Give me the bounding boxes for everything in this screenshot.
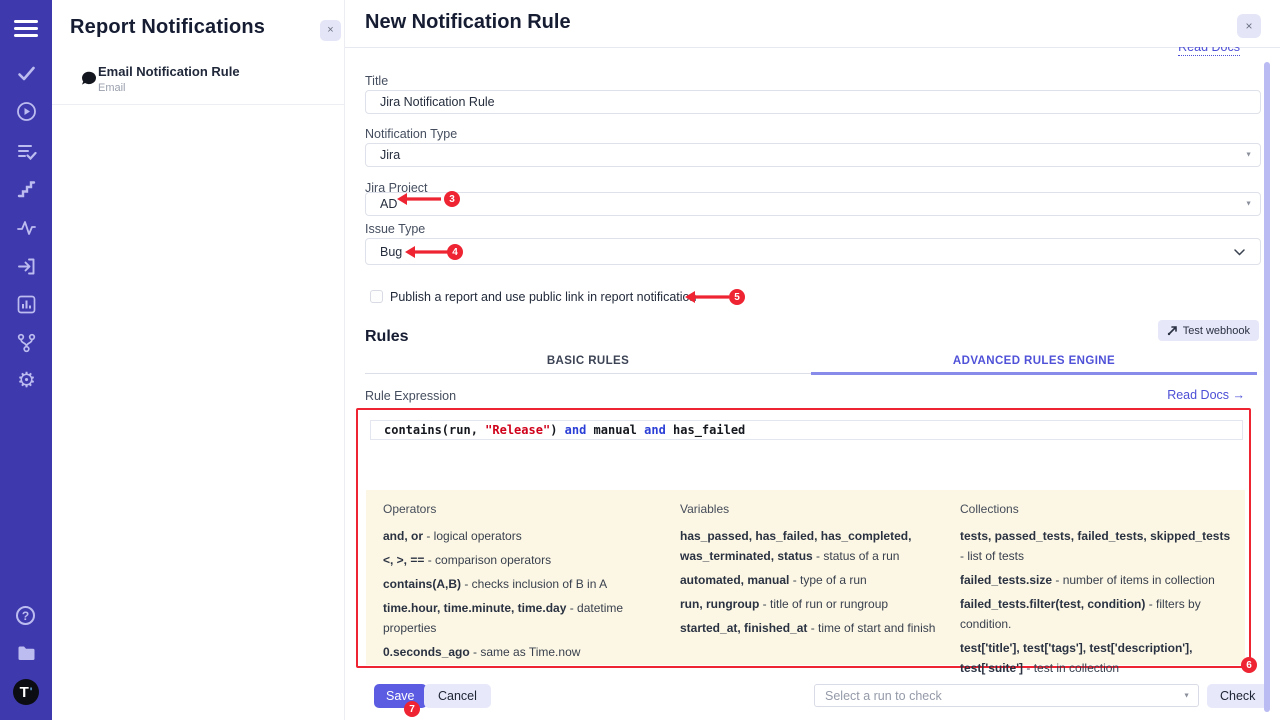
vertical-scrollbar-thumb[interactable]: [1264, 62, 1270, 712]
notification-type-select[interactable]: Jira ▼: [365, 143, 1261, 167]
help-column: Operatorsand, or - logical operators<, >…: [383, 502, 680, 706]
expression-help-panel: Operatorsand, or - logical operators<, >…: [366, 490, 1245, 665]
top-read-docs-clipped: Read Docs: [1178, 47, 1240, 58]
test-webhook-label: Test webhook: [1183, 325, 1250, 337]
rule-expression-editor[interactable]: contains(run, "Release") and manual and …: [370, 420, 1243, 440]
gear-icon[interactable]: ⚙: [16, 370, 37, 391]
notification-rule-list-item[interactable]: Email Notification Rule Email: [52, 58, 345, 105]
rule-expression-label: Rule Expression: [365, 389, 456, 403]
help-icon[interactable]: ?: [16, 606, 37, 627]
run-select-placeholder: Select a run to check: [825, 689, 942, 703]
modal-close-button[interactable]: ×: [1237, 14, 1261, 38]
issue-type-label: Issue Type: [365, 222, 425, 236]
folder-icon[interactable]: [16, 643, 37, 664]
publish-checkbox[interactable]: [370, 290, 383, 303]
modal-title: New Notification Rule: [365, 11, 571, 34]
help-column: Collectionstests, passed_tests, failed_t…: [960, 502, 1245, 706]
play-circle-icon[interactable]: [16, 101, 37, 122]
jira-project-select[interactable]: AD ▼: [365, 192, 1261, 216]
annotation-badge-3: 3: [444, 191, 460, 207]
select-caret-icon: ▼: [1183, 692, 1190, 699]
read-docs-top-link[interactable]: Read Docs: [1178, 47, 1240, 56]
check-icon[interactable]: [16, 63, 37, 84]
chat-bubble-icon: [80, 70, 98, 88]
icon-sidebar: ⚙ ? T': [0, 0, 52, 720]
list-item-subtitle: Email: [98, 82, 126, 94]
notification-type-label: Notification Type: [365, 127, 457, 141]
annotation-arrow-4: [403, 245, 451, 259]
cancel-button[interactable]: Cancel: [424, 684, 491, 708]
annotation-badge-4: 4: [447, 244, 463, 260]
rules-tabs: BASIC RULES ADVANCED RULES ENGINE: [365, 351, 1257, 374]
stairs-icon[interactable]: [16, 179, 37, 200]
chevron-down-icon: [1234, 245, 1245, 259]
issue-type-select[interactable]: Bug: [365, 238, 1261, 265]
branch-icon[interactable]: [16, 332, 37, 353]
panel-title: Report Notifications: [70, 16, 265, 39]
check-button[interactable]: Check: [1207, 684, 1268, 708]
run-to-check-select[interactable]: Select a run to check ▼: [814, 684, 1199, 707]
annotation-arrow-3: [395, 192, 443, 206]
webhook-icon: [1167, 325, 1178, 336]
report-notifications-panel: Report Notifications × Email Notificatio…: [52, 0, 345, 720]
list-check-icon[interactable]: [16, 141, 37, 162]
tab-advanced-rules-engine[interactable]: ADVANCED RULES ENGINE: [811, 351, 1257, 375]
logo-t[interactable]: T': [13, 679, 39, 705]
annotation-badge-7: 7: [404, 701, 420, 717]
help-column: Variableshas_passed, has_failed, has_com…: [680, 502, 960, 706]
header-divider: [345, 47, 1280, 48]
menu-icon[interactable]: [14, 20, 38, 37]
annotation-badge-6: 6: [1241, 657, 1257, 673]
rule-editor-annotated-box: contains(run, "Release") and manual and …: [356, 408, 1251, 668]
annotation-arrow-5: [683, 290, 731, 304]
new-notification-rule-modal: New Notification Rule × Read Docs Title …: [345, 0, 1280, 720]
panel-close-button[interactable]: ×: [320, 20, 341, 41]
tab-basic-rules[interactable]: BASIC RULES: [365, 351, 811, 373]
notification-type-value: Jira: [380, 148, 400, 162]
activity-icon[interactable]: [16, 217, 37, 238]
select-caret-icon: ▼: [1245, 201, 1252, 208]
sign-in-icon[interactable]: [16, 256, 37, 277]
read-docs-link[interactable]: Read Docs →: [1167, 388, 1245, 402]
rules-heading: Rules: [365, 328, 409, 346]
issue-type-value: Bug: [380, 245, 402, 259]
test-webhook-button[interactable]: Test webhook: [1158, 320, 1259, 341]
bar-chart-icon[interactable]: [16, 294, 37, 315]
publish-checkbox-label: Publish a report and use public link in …: [390, 290, 696, 304]
select-caret-icon: ▼: [1245, 152, 1252, 159]
title-input[interactable]: Jira Notification Rule: [365, 90, 1261, 114]
annotation-badge-5: 5: [729, 289, 745, 305]
list-item-title: Email Notification Rule: [98, 64, 240, 79]
title-label: Title: [365, 74, 388, 88]
